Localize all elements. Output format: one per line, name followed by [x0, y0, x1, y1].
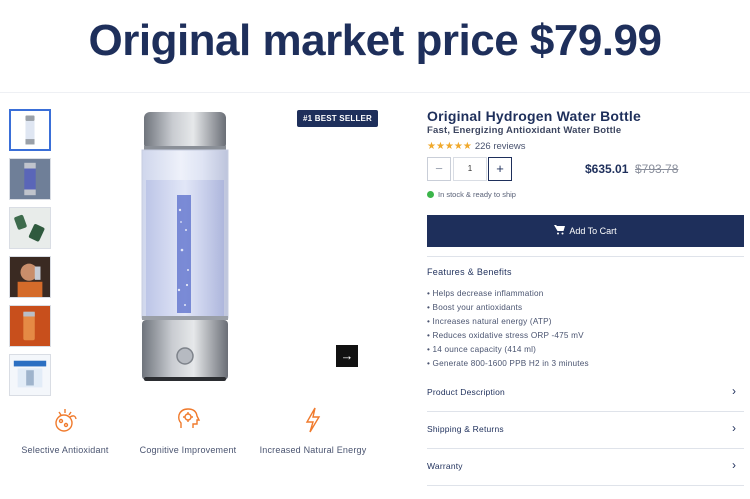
stock-text: In stock & ready to ship — [438, 190, 516, 199]
add-to-cart-label: Add To Cart — [569, 226, 617, 236]
promo-banner: Original market price $79.99 — [0, 0, 750, 92]
feature-item: • Reduces oxidative stress ORP -475 mV — [427, 331, 584, 340]
accordion-label: Product Description — [427, 387, 505, 397]
chevron-right-icon: › — [732, 384, 736, 398]
features-list: • Helps decrease inflammation • Boost yo… — [427, 289, 745, 373]
stock-status: In stock & ready to ship — [427, 190, 745, 199]
thumbnail-bottle-green[interactable] — [9, 207, 51, 249]
lightning-icon — [248, 405, 378, 435]
accordion-shipping-returns[interactable]: Shipping & Returns › — [427, 412, 744, 449]
cart-icon — [554, 225, 566, 237]
chevron-right-icon: › — [732, 421, 736, 435]
product-main-image — [60, 100, 370, 390]
brain-icon — [123, 405, 253, 435]
feature-item: • Increases natural energy (ATP) — [427, 317, 552, 326]
quantity-increase-button[interactable]: + — [488, 157, 512, 181]
next-image-button[interactable]: → — [336, 345, 358, 367]
thumbnail-bottle-front[interactable] — [9, 109, 51, 151]
quantity-decrease-button[interactable]: − — [427, 157, 451, 181]
accordion-label: Warranty — [427, 461, 463, 471]
features-benefits-title: Features & Benefits — [427, 267, 512, 277]
thumbnail-list — [9, 109, 51, 403]
feature-increased-natural-energy: Increased Natural Energy — [248, 405, 378, 455]
feature-label: Increased Natural Energy — [259, 445, 367, 455]
feature-item: • Helps decrease inflammation — [427, 289, 544, 298]
feature-item: • 14 ounce capacity (414 ml) — [427, 345, 537, 354]
feature-selective-antioxidant: Selective Antioxidant — [0, 405, 130, 455]
quantity-price-row: − 1 + $635.01 $793.78 — [427, 157, 745, 183]
sale-price: $635.01 — [585, 162, 629, 176]
product-info-panel: Original Hydrogen Water Bottle Fast, Ene… — [427, 108, 745, 486]
feature-label: Cognitive Improvement — [139, 445, 237, 455]
banner-text: Original market price $79.99 — [88, 16, 662, 65]
feature-label: Selective Antioxidant — [21, 445, 109, 455]
in-stock-dot-icon — [427, 191, 434, 198]
feature-item: • Boost your antioxidants — [427, 303, 523, 312]
thumbnail-person-drinking[interactable] — [9, 256, 51, 298]
thumbnail-bottle-blue[interactable] — [9, 158, 51, 200]
original-price: $793.78 — [635, 162, 679, 176]
accordion-warranty[interactable]: Warranty › — [427, 449, 744, 486]
divider — [427, 256, 744, 257]
quantity-input[interactable]: 1 — [453, 157, 487, 181]
hydrogen-bottle-illustration — [141, 112, 229, 381]
accordion-product-description[interactable]: Product Description › — [427, 375, 744, 412]
feature-icons-row: Selective Antioxidant Cognitive Improvem… — [0, 405, 400, 465]
chevron-right-icon: › — [732, 458, 736, 472]
star-rating-icon: ★★★★★ — [427, 141, 472, 152]
review-count[interactable]: 226 reviews — [475, 141, 526, 152]
thumbnail-bottle-orange[interactable] — [9, 305, 51, 347]
thumbnail-product-box[interactable] — [9, 354, 51, 396]
rating-row[interactable]: ★★★★★ 226 reviews — [427, 141, 745, 152]
feature-cognitive-improvement: Cognitive Improvement — [123, 405, 253, 455]
feature-item: • Generate 800-1600 PPB H2 in 3 minutes — [427, 359, 589, 368]
product-title: Original Hydrogen Water Bottle — [427, 108, 641, 124]
antioxidant-icon — [0, 405, 130, 435]
best-seller-badge: #1 BEST SELLER — [297, 110, 379, 127]
product-subtitle: Fast, Energizing Antioxidant Water Bottl… — [427, 125, 622, 136]
accordion-label: Shipping & Returns — [427, 424, 504, 434]
add-to-cart-button[interactable]: Add To Cart — [427, 215, 744, 247]
